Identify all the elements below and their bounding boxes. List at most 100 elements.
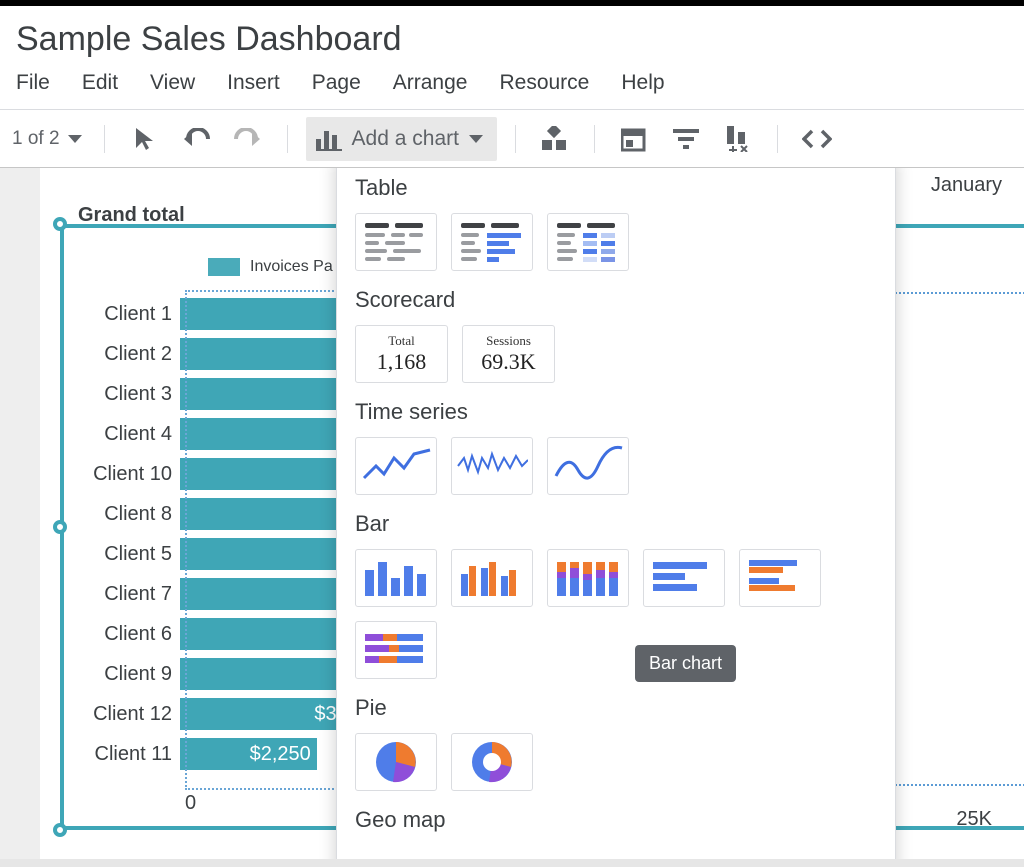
table-icon [361,219,431,265]
bar-label: Client 6 [80,623,172,646]
scorecard-label: Sessions [486,334,531,347]
legend-label: Invoices Pa [250,258,333,276]
bar-label: Client 8 [80,503,172,526]
redo-icon [232,128,264,150]
chart-type-table-3[interactable] [547,213,629,271]
menu-resource[interactable]: Resource [499,71,589,95]
chart-type-scorecard-1[interactable]: Total 1,168 [355,325,448,383]
chart-type-line-1[interactable] [355,437,437,495]
table-bars-icon [457,219,527,265]
scorecard-value: 69.3K [481,349,535,375]
chart-type-line-smooth[interactable] [547,437,629,495]
tooltip-bar-chart: Bar chart [635,645,736,682]
toolbar: 1 of 2 Add a chart [0,110,1024,168]
pie-icon [371,737,421,787]
panel-section-time-series: Time series [355,399,877,425]
selection-handle-nw[interactable] [53,217,67,231]
chart-type-bar-h-grouped[interactable] [739,549,821,607]
donut-icon [467,737,517,787]
document-title[interactable]: Sample Sales Dashboard [0,6,1024,63]
separator [777,125,778,153]
scorecard-label: Total [388,334,415,347]
chart-type-bar-h[interactable] [643,549,725,607]
bar-fill: $2,250 [180,738,317,770]
separator [104,125,105,153]
bar-label: Client 12 [80,703,172,726]
bar-label: Client 10 [80,463,172,486]
menu-bar: File Edit View Insert Page Arrange Resou… [0,63,1024,109]
bar-h-stacked-icon [361,628,431,672]
legend-swatch [208,258,240,276]
column-icon [361,556,431,600]
panel-section-pie: Pie [355,695,877,721]
data-icon [725,126,751,152]
menu-help[interactable]: Help [621,71,664,95]
sparkline-icon [456,444,528,488]
column-stacked-icon [553,556,623,600]
panel-section-scorecard: Scorecard [355,287,877,313]
menu-insert[interactable]: Insert [227,71,280,95]
bar-label: Client 5 [80,543,172,566]
chart-type-column-stacked[interactable] [547,549,629,607]
menu-page[interactable]: Page [312,71,361,95]
bar-label: Client 11 [80,743,172,766]
menu-file[interactable]: File [16,71,50,95]
panel-section-geo: Geo map [355,807,877,833]
page-indicator[interactable]: 1 of 2 [8,124,86,154]
chart-type-column-grouped[interactable] [451,549,533,607]
app-header: Sample Sales Dashboard File Edit View In… [0,6,1024,110]
redo-button[interactable] [227,118,269,160]
panel-section-table: Table [355,175,877,201]
cursor-icon [133,126,155,152]
undo-button[interactable] [175,118,217,160]
bar-h-icon [649,556,719,600]
embed-button[interactable] [796,118,838,160]
data-control-button[interactable] [717,118,759,160]
column-grouped-icon [457,556,527,600]
bar-label: Client 1 [80,303,172,326]
axis-tick-right: 25K [956,808,992,831]
bar-label: Client 4 [80,423,172,446]
line-icon [360,444,432,488]
separator [515,125,516,153]
date-range-button[interactable] [613,118,655,160]
undo-icon [180,128,212,150]
smooth-line-icon [552,444,624,488]
filter-control-button[interactable] [665,118,707,160]
bar-label: Client 2 [80,343,172,366]
chevron-down-icon [469,135,483,143]
chart-type-scorecard-2[interactable]: Sessions 69.3K [462,325,555,383]
bar-label: Client 3 [80,383,172,406]
chart-type-sparkline[interactable] [451,437,533,495]
community-visualizations-button[interactable] [534,118,576,160]
chart-type-bar-h-stacked[interactable] [355,621,437,679]
add-chart-button[interactable]: Add a chart [306,117,497,161]
menu-edit[interactable]: Edit [82,71,118,95]
chart-type-donut[interactable] [451,733,533,791]
chart-type-pie[interactable] [355,733,437,791]
chart-type-table-1[interactable] [355,213,437,271]
panel-section-bar: Bar [355,511,877,537]
table-heatmap-icon [553,219,623,265]
chart-title: Grand total [78,204,185,227]
menu-view[interactable]: View [150,71,195,95]
separator [287,125,288,153]
chart-type-table-2[interactable] [451,213,533,271]
add-chart-label: Add a chart [352,127,459,151]
selection-handle-w[interactable] [53,520,67,534]
selection-handle-sw[interactable] [53,823,67,837]
blocks-icon [542,126,568,152]
chevron-down-icon [68,135,82,143]
month-label: January [931,174,1002,197]
bar-label: Client 9 [80,663,172,686]
canvas[interactable]: January Grand total 25K Invoices Pa Clie… [0,168,1024,859]
chart-type-column[interactable] [355,549,437,607]
menu-arrange[interactable]: Arrange [393,71,468,95]
scorecard-value: 1,168 [377,349,427,375]
code-icon [802,129,832,149]
bar-label: Client 7 [80,583,172,606]
separator [594,125,595,153]
cursor-select-button[interactable] [123,118,165,160]
x-axis-zero: 0 [185,792,196,815]
bar-chart-icon [316,127,342,151]
